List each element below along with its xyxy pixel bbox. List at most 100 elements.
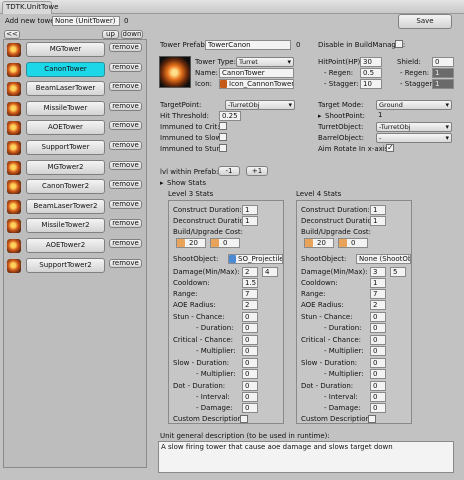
stat-field[interactable]: 1 (242, 216, 258, 226)
stat-field[interactable]: 2 (242, 300, 258, 310)
stat-field[interactable]: 0 (370, 381, 386, 391)
icon-label: Icon: (195, 80, 212, 88)
turret-object-dropdown[interactable]: -TurretObj (376, 122, 452, 132)
stat-field[interactable]: 0 (242, 323, 258, 333)
tower-item-button[interactable]: CanonTower (26, 61, 105, 77)
remove-button[interactable]: remove (109, 160, 142, 170)
tower-item-button[interactable]: AOETower2 (26, 238, 105, 253)
hp-field[interactable]: 30 (360, 57, 382, 67)
remove-button[interactable]: remove (109, 62, 142, 72)
back-button[interactable]: << (4, 30, 20, 39)
immune-crit-checkbox[interactable] (219, 122, 227, 130)
stat-field[interactable]: 0 (242, 346, 258, 356)
description-textarea[interactable]: A slow firing tower that cause aoe damag… (158, 441, 454, 473)
stat-field[interactable]: 0 (370, 403, 386, 413)
tower-item-button[interactable]: SupportTower2 (26, 257, 105, 273)
stat-field[interactable]: 0 (370, 392, 386, 402)
aim-rotate-checkbox[interactable] (386, 143, 394, 152)
remove-button[interactable]: remove (109, 219, 142, 229)
up-button[interactable]: up (102, 30, 119, 39)
tower-type-dropdown[interactable]: Turret (236, 57, 294, 67)
stat-field[interactable]: 1 (242, 205, 258, 215)
stat-field[interactable]: 0 (370, 358, 386, 368)
barrel-object-dropdown[interactable]: - (376, 133, 452, 143)
stat-field[interactable]: 0 (242, 312, 258, 322)
stat-field[interactable]: 0 (242, 403, 258, 413)
tower-item-button[interactable]: BeamLaserTower (26, 81, 105, 97)
shield-stagger-field[interactable]: 1 (432, 79, 454, 89)
stat-field[interactable]: 1 (370, 205, 386, 215)
stat-field[interactable]: 3 (370, 267, 386, 277)
tower-item-button[interactable]: CanonTower2 (26, 179, 105, 195)
remove-button[interactable]: remove (109, 43, 142, 52)
show-stats-expand-icon[interactable]: ▸ (160, 179, 164, 187)
lvl-minus-button[interactable]: -1 (218, 166, 240, 176)
shoot-point-expand-icon[interactable]: ▸ (318, 112, 322, 120)
remove-button[interactable]: remove (109, 101, 142, 111)
custom-description-checkbox[interactable] (368, 415, 376, 423)
shoot-point-field[interactable]: 1 (376, 111, 452, 121)
stat-field[interactable]: 0 (370, 323, 386, 333)
stat-field[interactable]: 2 (242, 267, 258, 277)
shoot-object-field[interactable]: SO_Projectile_ (228, 254, 283, 264)
tower-item-button[interactable]: MGTower2 (26, 159, 105, 175)
tower-item-button[interactable]: MGTower (26, 42, 105, 57)
stat-field[interactable]: 2 (370, 300, 386, 310)
icon-field[interactable]: Icon_CannonTower (219, 79, 294, 89)
shield-regen-field[interactable]: 1 (432, 68, 454, 78)
remove-button[interactable]: remove (109, 239, 142, 248)
stat-field[interactable]: 1.5 (242, 278, 258, 288)
stat-field[interactable]: 4 (262, 267, 278, 277)
immune-stun-checkbox[interactable] (219, 144, 227, 152)
stat-field[interactable]: 1 (370, 278, 386, 288)
custom-description-checkbox[interactable] (240, 415, 248, 423)
tower-item-button[interactable]: BeamLaserTower2 (26, 198, 105, 214)
stat-label: Critical - Chance: (301, 336, 362, 344)
tower-item-button[interactable]: MissileTower (26, 100, 105, 116)
hp-regen-field[interactable]: 0.5 (360, 68, 382, 78)
remove-button[interactable]: remove (109, 180, 142, 190)
stat-field[interactable]: 5 (390, 267, 406, 277)
barrel-object-label: BarrelObject: (318, 134, 364, 142)
remove-button[interactable]: remove (109, 141, 142, 150)
remove-button[interactable]: remove (109, 258, 142, 268)
stat-field[interactable]: 1 (370, 216, 386, 226)
stat-label: Construct Duration: (301, 206, 370, 214)
tower-item-button[interactable]: AOETower (26, 120, 105, 136)
disable-build-checkbox[interactable] (395, 40, 403, 48)
tower-icon (7, 121, 21, 136)
prefab-field[interactable]: TowerCanon (205, 40, 291, 50)
stat-field[interactable]: 0 (370, 335, 386, 345)
lvl-plus-button[interactable]: +1 (246, 166, 268, 176)
down-button[interactable]: down (121, 30, 143, 39)
tower-item-button[interactable]: MissileTower2 (26, 218, 105, 234)
stat-field[interactable]: 7 (242, 289, 258, 299)
tower-icon (7, 101, 21, 116)
add-tower-field[interactable]: None (UnitTower) (52, 16, 120, 26)
remove-button[interactable]: remove (109, 199, 142, 209)
hit-threshold-field[interactable]: 0.25 (219, 111, 241, 121)
stat-field[interactable]: 0 (242, 335, 258, 345)
stat-field[interactable]: 0 (242, 381, 258, 391)
stat-label: Stun - Chance: (301, 313, 353, 321)
stat-field[interactable]: 0 (242, 392, 258, 402)
shield-field[interactable]: 0 (432, 57, 454, 67)
stat-field[interactable]: 0 (370, 369, 386, 379)
stat-field[interactable]: 7 (370, 289, 386, 299)
stat-field[interactable]: 0 (370, 312, 386, 322)
target-mode-dropdown[interactable]: Ground (376, 100, 452, 110)
target-point-dropdown[interactable]: -TurretObj (225, 100, 295, 110)
immune-stun-label: Immuned to Stun: (160, 145, 224, 153)
show-stats-label[interactable]: Show Stats (167, 179, 206, 188)
tower-item-button[interactable]: SupportTower (26, 140, 105, 155)
shoot-object-field[interactable]: None (ShootObje (356, 254, 411, 264)
stat-field[interactable]: 0 (242, 369, 258, 379)
remove-button[interactable]: remove (109, 82, 142, 92)
save-button[interactable]: Save (398, 14, 452, 29)
name-field[interactable]: CanonTower (219, 68, 294, 78)
immune-slow-checkbox[interactable] (219, 133, 227, 141)
stat-field[interactable]: 0 (370, 346, 386, 356)
remove-button[interactable]: remove (109, 121, 142, 131)
stat-field[interactable]: 0 (242, 358, 258, 368)
hp-stagger-field[interactable]: 10 (360, 79, 382, 89)
